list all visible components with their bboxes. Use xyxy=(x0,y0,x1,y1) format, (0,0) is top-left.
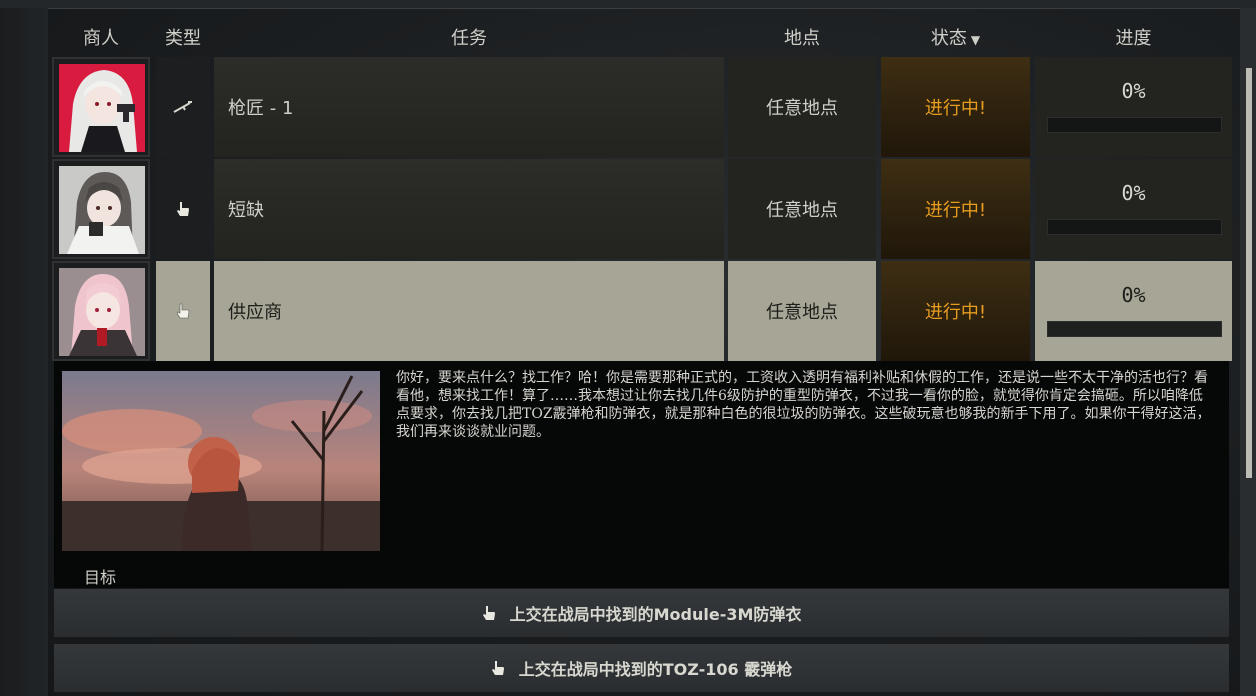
header-location[interactable]: 地点 xyxy=(728,22,876,56)
quest-status: 进行中! xyxy=(881,159,1030,259)
progress-bar xyxy=(1047,219,1222,235)
objective-item[interactable]: 上交在战局中找到的TOZ-106 霰弹枪 xyxy=(54,644,1229,692)
quest-progress: 0% xyxy=(1035,57,1232,157)
quest-name: 枪匠 - 1 xyxy=(214,57,724,157)
objectives-heading: 目标 xyxy=(84,568,117,587)
trader-portrait-image xyxy=(59,268,145,356)
quest-status: 进行中! xyxy=(881,261,1030,361)
quest-progress: 0% xyxy=(1035,159,1232,259)
quest-row-selected[interactable]: 供应商 任意地点 进行中! 0% xyxy=(52,261,1232,361)
quest-progress: 0% xyxy=(1035,261,1232,361)
quest-illustration-image xyxy=(62,371,380,551)
header-trader[interactable]: 商人 xyxy=(52,22,150,56)
header-task[interactable]: 任务 xyxy=(214,22,724,56)
hand-pointer-icon xyxy=(176,303,190,319)
progress-percent: 0% xyxy=(1121,283,1146,307)
objective-item[interactable]: 上交在战局中找到的Module-3M防弹衣 xyxy=(54,589,1229,637)
trader-avatar[interactable] xyxy=(52,261,150,361)
objective-text: 上交在战局中找到的Module-3M防弹衣 xyxy=(509,605,802,624)
quest-description: 你好，要来点什么？找工作？哈！你是需要那种正式的，工资收入透明有福利补贴和休假的… xyxy=(396,370,1211,440)
scrollbar-thumb[interactable] xyxy=(1246,68,1252,478)
scrollbar[interactable] xyxy=(1240,8,1256,696)
quest-name: 供应商 xyxy=(214,261,724,361)
header-progress[interactable]: 进度 xyxy=(1035,22,1232,56)
quest-row[interactable]: 枪匠 - 1 任意地点 进行中! 0% xyxy=(52,57,1232,157)
quest-type-cell xyxy=(156,159,210,259)
progress-percent: 0% xyxy=(1121,79,1146,103)
quest-type-cell xyxy=(156,57,210,157)
rifle-icon xyxy=(173,101,192,113)
trader-portrait-image xyxy=(59,64,145,152)
progress-bar xyxy=(1047,321,1222,337)
chevron-down-icon: ▼ xyxy=(970,33,981,47)
quest-name: 短缺 xyxy=(214,159,724,259)
header-status[interactable]: 状态 ▼ xyxy=(881,22,1030,56)
hand-pointer-icon xyxy=(177,202,189,216)
left-panel xyxy=(0,8,48,696)
trader-avatar[interactable] xyxy=(52,159,150,259)
trader-avatar[interactable] xyxy=(52,57,150,157)
quest-detail-panel: 你好，要来点什么？找工作？哈！你是需要那种正式的，工资收入透明有福利补贴和休假的… xyxy=(54,361,1229,588)
table-header: 商人 类型 任务 地点 状态 ▼ 进度 xyxy=(52,22,1232,56)
quest-row[interactable]: 短缺 任意地点 进行中! 0% xyxy=(52,159,1232,259)
progress-percent: 0% xyxy=(1121,181,1146,205)
hand-pointer-icon xyxy=(482,606,495,620)
trader-portrait-image xyxy=(59,166,145,254)
quest-status: 进行中! xyxy=(881,57,1030,157)
top-bar xyxy=(0,0,1256,9)
quest-location: 任意地点 xyxy=(728,57,876,157)
progress-bar xyxy=(1047,117,1222,133)
quest-type-cell xyxy=(156,261,210,361)
quest-location: 任意地点 xyxy=(728,159,876,259)
quest-location: 任意地点 xyxy=(728,261,876,361)
header-status-label: 状态 xyxy=(930,28,967,49)
header-type[interactable]: 类型 xyxy=(156,22,210,56)
objective-text: 上交在战局中找到的TOZ-106 霰弹枪 xyxy=(518,660,793,679)
hand-pointer-icon xyxy=(491,661,504,675)
